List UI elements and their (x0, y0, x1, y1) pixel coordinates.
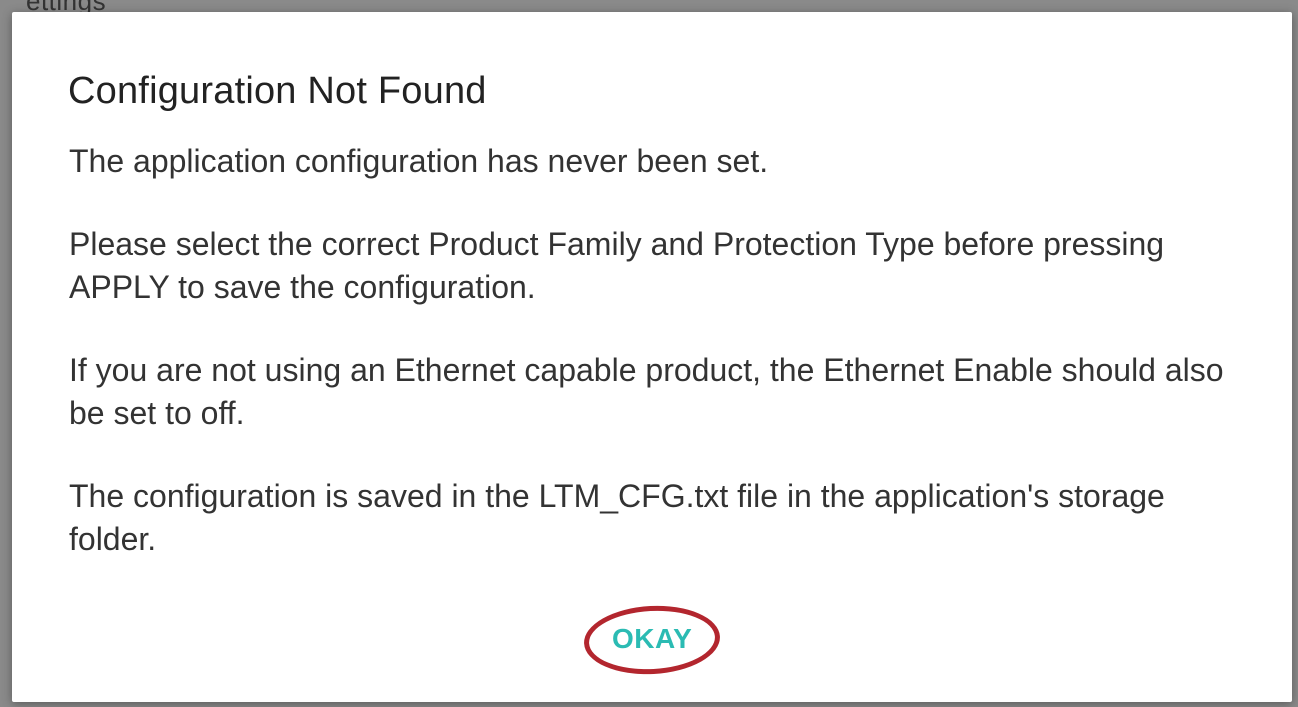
dialog-message: The application configuration has never … (69, 140, 1229, 601)
okay-button-label: OKAY (611, 623, 693, 655)
dialog-paragraph: The configuration is saved in the LTM_CF… (69, 478, 1165, 557)
dialog-paragraph: If you are not using an Ethernet capable… (69, 352, 1224, 431)
dialog-title: Configuration Not Found (68, 70, 487, 112)
okay-button[interactable]: OKAY (582, 602, 722, 678)
configuration-dialog: Configuration Not Found The application … (12, 12, 1292, 702)
dialog-paragraph: The application configuration has never … (69, 143, 769, 179)
dialog-paragraph: Please select the correct Product Family… (69, 226, 1165, 305)
dialog-actions: OKAY (12, 602, 1292, 678)
